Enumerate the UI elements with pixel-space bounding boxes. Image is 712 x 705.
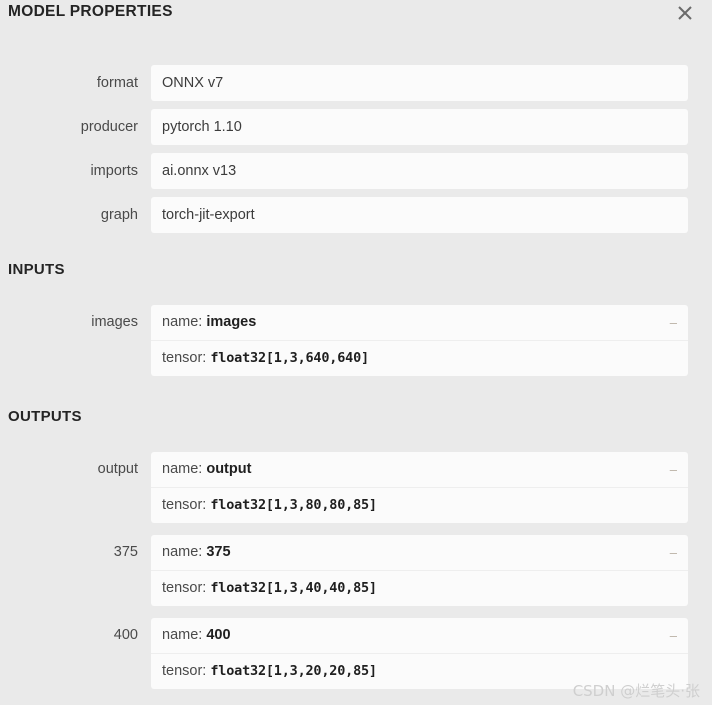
- argument-tensor-key: tensor:: [162, 663, 207, 679]
- argument-tensor-line: tensor: float32[1,3,20,20,85]: [151, 654, 688, 689]
- argument-label: images: [91, 314, 138, 330]
- argument-label: 375: [113, 544, 138, 560]
- argument-name-key: name:: [162, 461, 203, 477]
- property-row-graph: graph torch-jit-export: [0, 197, 700, 233]
- output-row-output: output name: output – tensor: float32[1,…: [0, 452, 700, 523]
- output-row-375: 375 name: 375 – tensor: float32[1,3,40,4…: [0, 535, 700, 606]
- argument-tensor-line: tensor: float32[1,3,80,80,85]: [151, 488, 688, 523]
- argument-name-line: name: 375 –: [151, 535, 688, 571]
- argument-name-key: name:: [162, 627, 203, 643]
- argument-name-line: name: images –: [151, 305, 688, 341]
- collapse-icon[interactable]: –: [670, 305, 677, 340]
- argument-name-key: name:: [162, 314, 203, 330]
- argument-name-key: name:: [162, 544, 203, 560]
- section-heading-outputs: OUTPUTS: [8, 408, 82, 425]
- property-row-producer: producer pytorch 1.10: [0, 109, 700, 145]
- argument-name-value: output: [206, 461, 252, 477]
- argument-name-line: name: 400 –: [151, 618, 688, 654]
- argument-name-line: name: output –: [151, 452, 688, 488]
- argument-tensor-key: tensor:: [162, 497, 207, 513]
- collapse-icon[interactable]: –: [670, 452, 677, 487]
- property-row-imports: imports ai.onnx v13: [0, 153, 700, 189]
- property-label: format: [96, 75, 138, 91]
- outputs-list: output name: output – tensor: float32[1,…: [0, 452, 712, 689]
- property-label: producer: [80, 119, 138, 135]
- argument-tensor-value: float32[1,3,640,640]: [210, 350, 369, 366]
- argument-tensor-key: tensor:: [162, 350, 207, 366]
- header-spacer: [0, 33, 712, 65]
- property-label: imports: [90, 163, 138, 179]
- page-title: MODEL PROPERTIES: [8, 3, 173, 20]
- property-label: graph: [100, 207, 138, 223]
- panel-header: MODEL PROPERTIES: [0, 0, 712, 33]
- close-button[interactable]: [672, 0, 698, 26]
- inputs-heading-spacer: [0, 278, 712, 305]
- argument-tensor-value: float32[1,3,80,80,85]: [210, 497, 377, 513]
- argument-card: name: output – tensor: float32[1,3,80,80…: [151, 452, 688, 523]
- argument-card: name: images – tensor: float32[1,3,640,6…: [151, 305, 688, 376]
- argument-name-value: 375: [206, 544, 231, 560]
- property-value[interactable]: ONNX v7: [151, 65, 688, 101]
- argument-tensor-value: float32[1,3,20,20,85]: [210, 663, 377, 679]
- property-value[interactable]: ai.onnx v13: [151, 153, 688, 189]
- collapse-icon[interactable]: –: [670, 535, 677, 570]
- argument-tensor-line: tensor: float32[1,3,640,640]: [151, 341, 688, 376]
- model-properties-list: format ONNX v7 producer pytorch 1.10 imp…: [0, 65, 712, 233]
- input-row-images: images name: images – tensor: float32[1,…: [0, 305, 700, 376]
- outputs-spacer: [0, 388, 712, 408]
- argument-tensor-key: tensor:: [162, 580, 207, 596]
- argument-card: name: 400 – tensor: float32[1,3,20,20,85…: [151, 618, 688, 689]
- argument-label: 400: [113, 627, 138, 643]
- outputs-heading-spacer: [0, 425, 712, 452]
- inputs-list: images name: images – tensor: float32[1,…: [0, 305, 712, 376]
- argument-tensor-line: tensor: float32[1,3,40,40,85]: [151, 571, 688, 606]
- property-row-format: format ONNX v7: [0, 65, 700, 101]
- close-icon: [672, 0, 698, 26]
- argument-tensor-value: float32[1,3,40,40,85]: [210, 580, 377, 596]
- argument-name-value: images: [206, 314, 257, 330]
- argument-card: name: 375 – tensor: float32[1,3,40,40,85…: [151, 535, 688, 606]
- argument-label: output: [97, 461, 138, 477]
- argument-name-value: 400: [206, 627, 231, 643]
- inputs-spacer: [0, 241, 712, 261]
- section-heading-inputs: INPUTS: [8, 261, 65, 278]
- model-properties-panel: MODEL PROPERTIES format ONNX v7 producer…: [0, 0, 712, 700]
- output-row-400: 400 name: 400 – tensor: float32[1,3,20,2…: [0, 618, 700, 689]
- property-value[interactable]: pytorch 1.10: [151, 109, 688, 145]
- collapse-icon[interactable]: –: [670, 618, 677, 653]
- property-value[interactable]: torch-jit-export: [151, 197, 688, 233]
